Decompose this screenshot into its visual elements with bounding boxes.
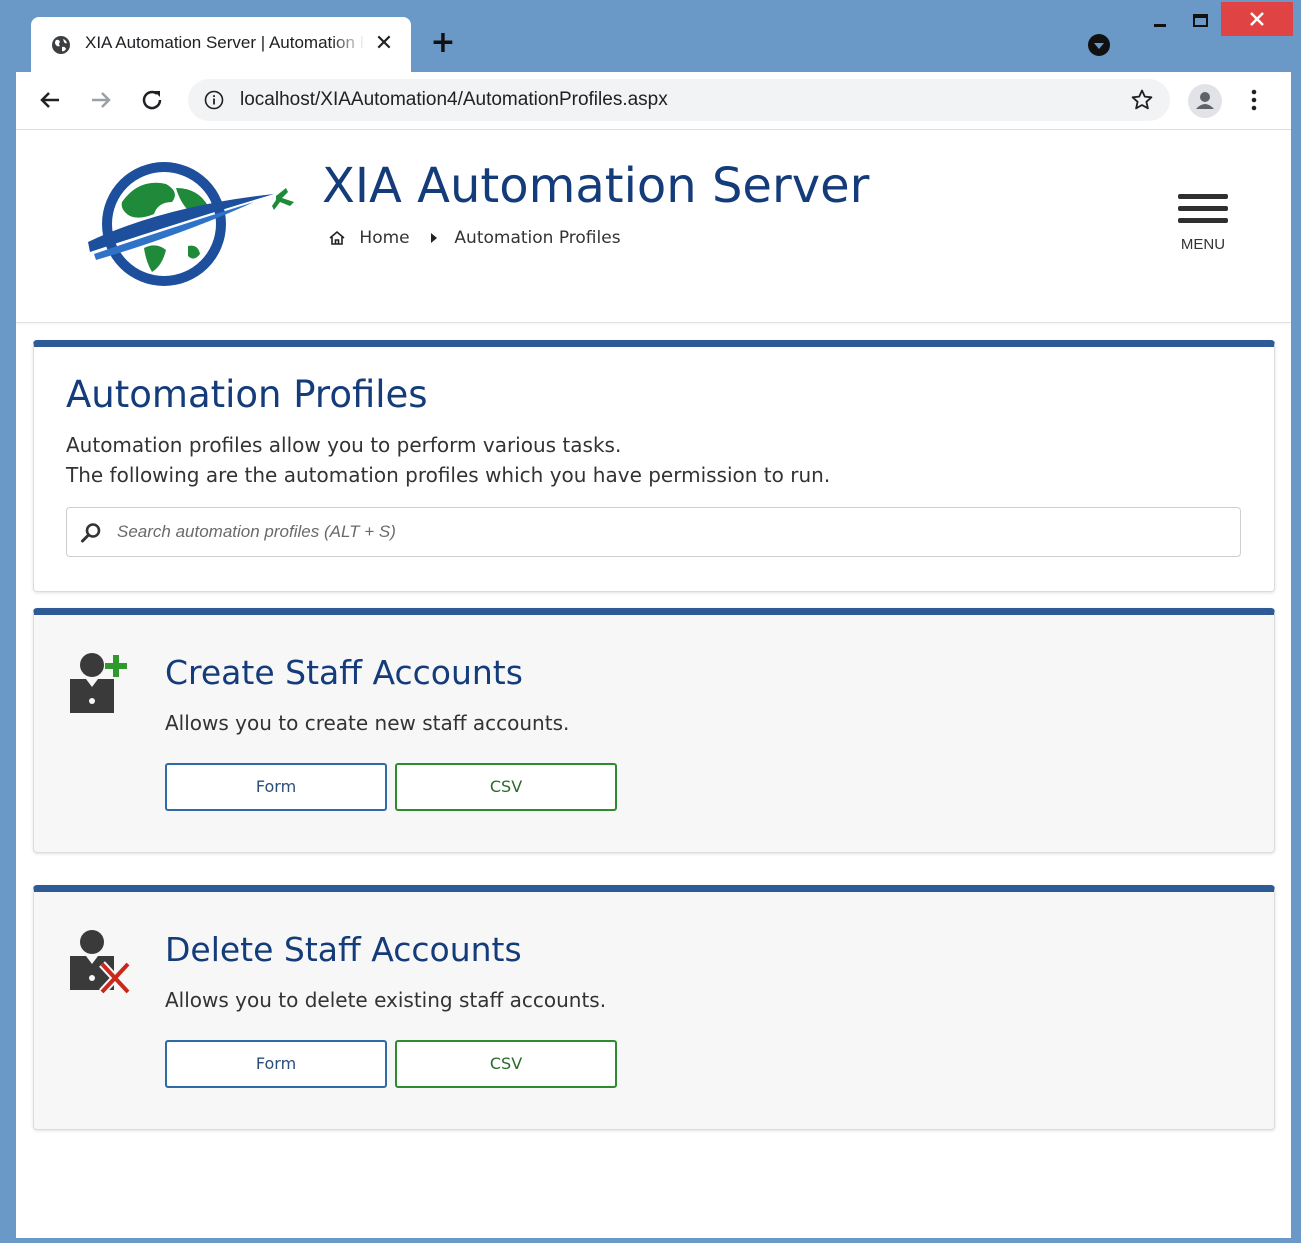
profile-title[interactable]: Delete Staff Accounts [165,930,522,969]
intro-line-1: Automation profiles allow you to perform… [66,433,622,457]
bookmark-star-icon[interactable] [1130,88,1154,112]
back-icon[interactable] [34,84,66,116]
profile-title[interactable]: Create Staff Accounts [165,653,523,692]
more-options-icon[interactable] [1244,86,1264,114]
csv-button[interactable]: CSV [395,1040,617,1088]
globe-icon [52,36,70,54]
info-icon[interactable] [204,90,224,110]
download-indicator-icon[interactable] [1087,33,1111,57]
hamburger-bar [1178,206,1228,211]
search-box[interactable] [66,507,1241,557]
browser-tab[interactable]: XIA Automation Server | Automation Profi… [31,17,411,73]
menu-button[interactable]: MENU [1174,194,1232,254]
form-button[interactable]: Form [165,1040,387,1088]
window-close-button[interactable] [1221,2,1293,36]
close-icon [1250,12,1264,26]
site-title[interactable]: XIA Automation Server [322,158,869,214]
profile-description: Allows you to create new staff accounts. [165,711,570,735]
add-user-icon [70,653,127,713]
intro-line-2: The following are the automation profile… [66,463,831,487]
profile-card-delete-staff: Delete Staff Accounts Allows you to dele… [33,885,1275,1130]
form-button[interactable]: Form [165,763,387,811]
page-content: XIA Automation Server Home Automation Pr… [16,130,1291,1238]
new-tab-button[interactable]: + [428,28,458,58]
xia-logo[interactable] [84,158,304,298]
search-icon [81,523,101,543]
menu-label: MENU [1180,236,1226,253]
title-bar: XIA Automation Server | Automation Profi… [0,0,1301,73]
tab-close-icon[interactable]: ✕ [371,31,397,57]
breadcrumb-home[interactable]: Home [359,228,409,248]
profile-description: Allows you to delete existing staff acco… [165,988,607,1012]
forward-icon[interactable] [85,84,117,116]
profile-card-create-staff: Create Staff Accounts Allows you to crea… [33,608,1275,853]
hamburger-bar [1178,218,1228,223]
url-text[interactable]: localhost/XIAAutomation4/AutomationProfi… [240,89,668,111]
breadcrumb-current: Automation Profiles [454,228,621,248]
browser-window: XIA Automation Server | Automation Profi… [0,0,1301,1243]
home-icon[interactable] [328,229,346,247]
maximize-icon[interactable] [1182,6,1218,34]
page-title: Automation Profiles [66,373,428,416]
reload-icon[interactable] [136,84,168,116]
search-input[interactable] [117,517,1217,547]
tab-title: XIA Automation Server | Automation Profi… [85,33,365,52]
minimize-icon[interactable] [1143,10,1179,38]
person-icon [1196,92,1214,109]
breadcrumb: Home Automation Profiles [328,228,621,248]
intro-description: Automation profiles allow you to perform… [66,430,830,490]
browser-toolbar: localhost/XIAAutomation4/AutomationProfi… [16,72,1291,130]
delete-user-icon [70,930,131,995]
site-header: XIA Automation Server Home Automation Pr… [16,130,1291,323]
profile-avatar[interactable] [1188,84,1222,118]
address-bar[interactable]: localhost/XIAAutomation4/AutomationProfi… [188,79,1170,121]
breadcrumb-separator-icon [431,233,438,243]
csv-button[interactable]: CSV [395,763,617,811]
intro-card: Automation Profiles Automation profiles … [33,340,1275,592]
hamburger-icon [1178,194,1228,199]
